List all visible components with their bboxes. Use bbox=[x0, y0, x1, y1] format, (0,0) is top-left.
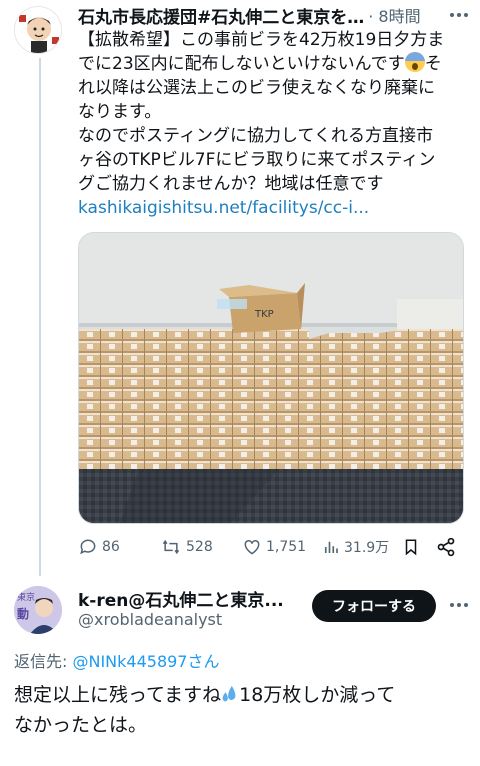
follow-button[interactable]: フォローする bbox=[312, 590, 436, 622]
views-icon bbox=[324, 541, 338, 553]
scream-emoji bbox=[404, 52, 425, 72]
reply-text-line: なかったとは。 bbox=[14, 714, 148, 736]
tweet-text-line: 【拡散希望】この事前ビラを42万枚19日夕方ま bbox=[78, 30, 445, 50]
reply-count: 86 bbox=[102, 539, 120, 555]
bookmark-button[interactable] bbox=[402, 532, 424, 562]
bookmark-icon bbox=[405, 539, 417, 556]
tweet-text-segment: でに23区内に配布しないといけないんです bbox=[78, 54, 405, 74]
replying-to: 返信先: @NINk445897さん bbox=[14, 648, 220, 672]
reply-text: 想定以上に残ってますね 18万枚しか減って なかったとは。 bbox=[14, 680, 464, 740]
like-icon bbox=[244, 539, 260, 555]
reply-author-avatar[interactable]: 東京 動 bbox=[14, 586, 62, 634]
tweet-text-line: なのでポスティングに協力してくれる方直接市 bbox=[78, 126, 433, 146]
reply-button[interactable]: 86 bbox=[78, 532, 120, 562]
tweet-text-line: なります。 bbox=[78, 102, 162, 122]
tweet-header: 石丸市長応援団#石丸伸二と東京を… · 8時間 bbox=[78, 2, 466, 28]
tweet-text-line: ヶ谷のTKPビル7Fにビラ取りに来てポスティン bbox=[78, 150, 436, 170]
replying-to-mention[interactable]: @NINk445897さん bbox=[72, 652, 219, 671]
avatar-illustration bbox=[15, 7, 61, 53]
tweet-text-line: でに23区内に配布しないといけないんですそ bbox=[78, 52, 470, 76]
retweet-count: 528 bbox=[186, 539, 213, 555]
reply-author-name[interactable]: k-ren@石丸伸二と東京... bbox=[78, 586, 284, 611]
tweet-time[interactable]: · 8時間 bbox=[368, 3, 420, 27]
flyer-stacks-image: TKP bbox=[79, 233, 463, 523]
more-icon[interactable] bbox=[448, 6, 470, 24]
tweet-text-line: グご協力くれませんか？地域は任意です bbox=[78, 174, 384, 194]
box-label: TKP bbox=[254, 309, 274, 320]
view-count: 31.9万 bbox=[344, 540, 390, 556]
tweet-link[interactable]: kashikaigishitsu.net/facilitys/cc-i... bbox=[78, 196, 470, 220]
author-name[interactable]: 石丸市長応援団#石丸伸二と東京を… bbox=[78, 3, 364, 28]
more-icon[interactable] bbox=[448, 596, 470, 614]
like-count: 1,751 bbox=[266, 539, 307, 555]
thread-connector-line bbox=[39, 58, 41, 576]
svg-text:東京: 東京 bbox=[17, 591, 35, 603]
views-button[interactable]: 31.9万 bbox=[322, 532, 389, 562]
tweet-text-line: れ以降は公選法上このビラ使えなくなり廃棄に bbox=[78, 78, 435, 98]
share-icon bbox=[437, 537, 455, 557]
like-button[interactable]: 1,751 bbox=[242, 532, 306, 562]
retweet-icon bbox=[162, 539, 180, 555]
reply-text-segment: 18万枚しか減って bbox=[239, 684, 396, 706]
reply-text-segment: 想定以上に残ってますね bbox=[14, 684, 222, 706]
tweet-text: 【拡散希望】この事前ビラを42万枚19日夕方ま でに23区内に配布しないといけな… bbox=[78, 28, 470, 220]
retweet-button[interactable]: 528 bbox=[160, 532, 213, 562]
svg-text:動: 動 bbox=[17, 606, 29, 621]
reply-author-handle[interactable]: @xrobladeanalyst bbox=[78, 610, 222, 629]
sweat-emoji bbox=[222, 685, 236, 702]
tweet-actions: 86 528 1,751 31.9万 bbox=[78, 532, 466, 562]
author-avatar[interactable] bbox=[14, 6, 62, 54]
tweet-text-segment: そ bbox=[424, 54, 442, 74]
reply-icon bbox=[80, 539, 96, 555]
replying-prefix: 返信先: bbox=[14, 652, 73, 671]
reply-avatar-illustration: 東京 動 bbox=[14, 586, 62, 634]
reply-text-line: 想定以上に残ってますね 18万枚しか減って bbox=[14, 680, 464, 710]
share-button[interactable] bbox=[436, 532, 460, 562]
tweet-photo[interactable]: TKP bbox=[78, 232, 464, 524]
